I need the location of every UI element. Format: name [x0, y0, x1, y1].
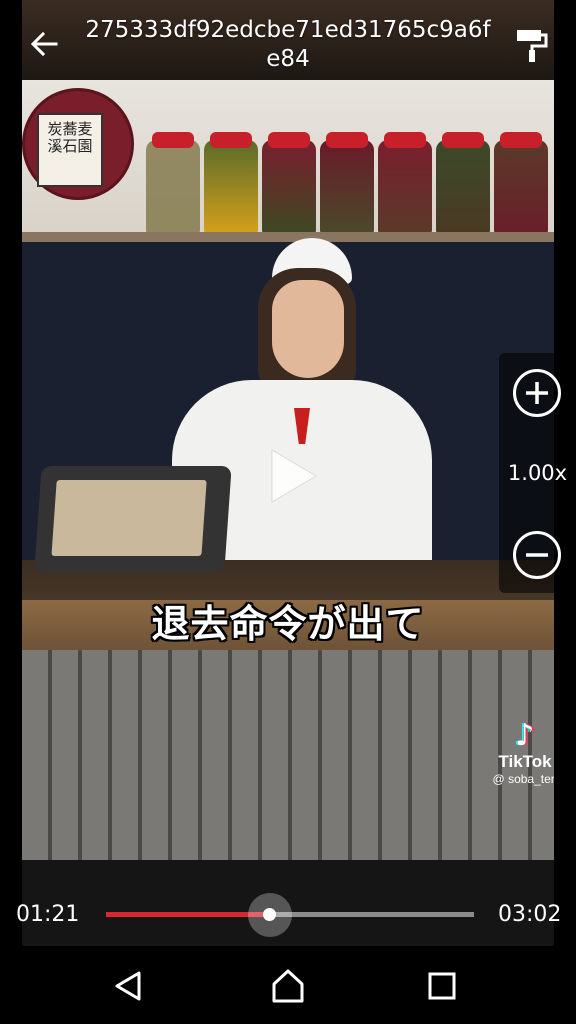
video-player-screen: 炭蕎麦 溪石園 ♪ TikTok @ soba_ten 退去命令が出て 2753…: [0, 0, 576, 1024]
nav-home-button[interactable]: [268, 966, 308, 1006]
jar: [320, 132, 374, 236]
shop-sign: 炭蕎麦 溪石園: [22, 88, 134, 200]
seek-bar[interactable]: [106, 893, 474, 937]
system-nav-bar: [0, 946, 576, 1024]
jar: [378, 132, 432, 236]
scene-shelf: [22, 232, 554, 242]
zoom-level: 1.00x: [507, 461, 568, 485]
jar: [436, 132, 490, 236]
square-recents-icon: [428, 972, 456, 1000]
jar: [204, 132, 258, 236]
zoom-out-button[interactable]: [513, 531, 561, 579]
zoom-panel: 1.00x: [499, 353, 576, 593]
seek-progress: [106, 912, 270, 917]
current-time: 01:21: [16, 902, 80, 927]
home-icon: [272, 969, 304, 1003]
minus-circle-icon: [526, 553, 548, 557]
back-button[interactable]: [22, 22, 66, 66]
paint-roller-icon: [517, 30, 548, 62]
triangle-back-icon: [115, 971, 141, 1001]
tablet: [34, 466, 232, 572]
tiktok-handle: @ soba_ten: [492, 772, 554, 786]
jar: [262, 132, 316, 236]
tiktok-logo-icon: ♪: [515, 718, 535, 753]
arrow-left-icon: [30, 31, 58, 57]
plus-circle-icon: [526, 382, 548, 404]
paint-button[interactable]: [512, 24, 552, 64]
tiktok-watermark: ♪ TikTok @ soba_ten: [480, 720, 554, 787]
jar: [146, 132, 200, 236]
person-face: [272, 280, 344, 378]
tiktok-brand: TikTok: [498, 752, 552, 771]
play-icon: [271, 449, 317, 503]
jar: [494, 132, 548, 236]
video-subtitle: 退去命令が出て: [151, 602, 425, 646]
top-bar: 275333df92edcbe71ed31765c9a6fe84: [0, 0, 576, 80]
nav-back-button[interactable]: [108, 966, 148, 1006]
shop-sign-text: 炭蕎麦 溪石園: [37, 113, 103, 187]
play-button[interactable]: [262, 446, 322, 506]
total-time: 03:02: [498, 902, 562, 927]
zoom-in-button[interactable]: [513, 369, 561, 417]
video-title: 275333df92edcbe71ed31765c9a6fe84: [85, 17, 491, 72]
scene-slats: [22, 650, 554, 860]
nav-recents-button[interactable]: [422, 966, 462, 1006]
